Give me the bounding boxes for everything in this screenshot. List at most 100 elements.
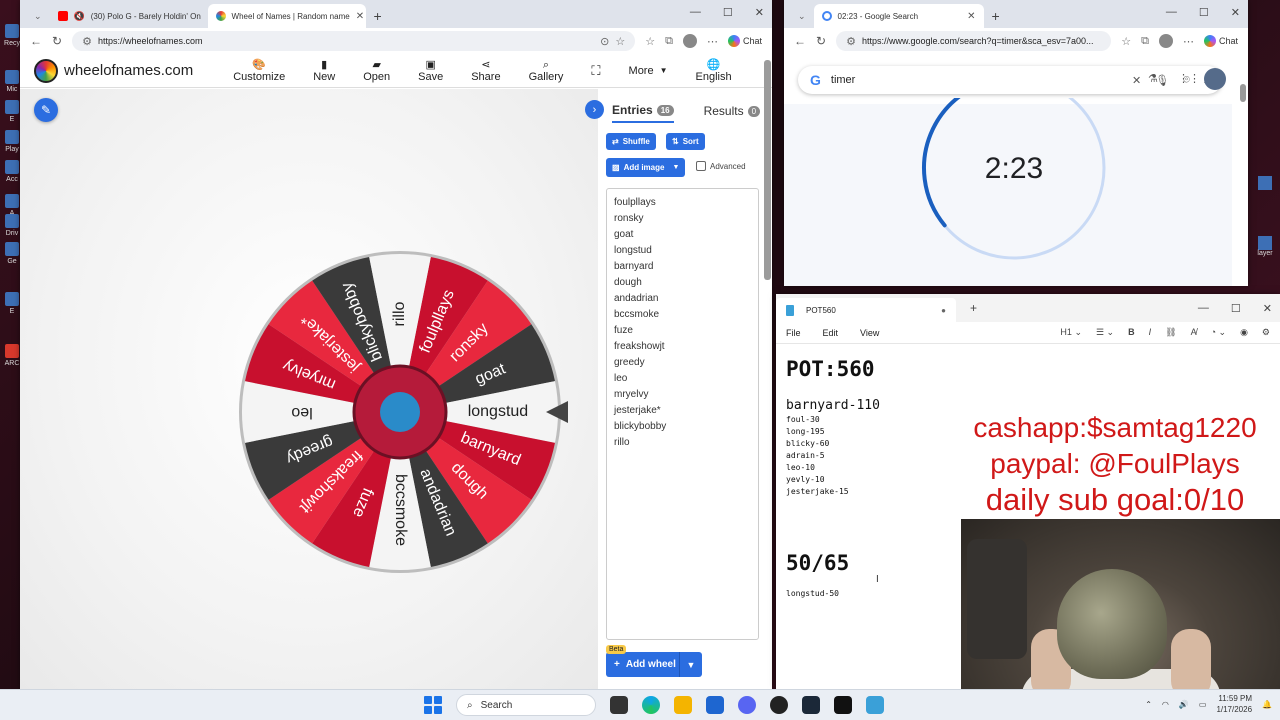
desktop-icon-right-1[interactable] xyxy=(1250,176,1280,190)
tab-wheel-of-names[interactable]: Wheel of Names | Random name ✕ xyxy=(207,4,366,28)
desktop-icon-3[interactable]: E xyxy=(2,100,22,123)
desktop-icon-9[interactable]: E xyxy=(2,292,22,315)
sort-button[interactable]: ⇅ Sort xyxy=(666,133,705,150)
collections-icon[interactable]: ⧉ xyxy=(1141,35,1149,48)
windows-start-icon[interactable] xyxy=(424,696,442,714)
discord-icon[interactable] xyxy=(738,696,756,714)
back-icon[interactable]: ← xyxy=(794,34,806,48)
clear-format-icon[interactable]: A̸ xyxy=(1191,327,1197,338)
tab-list-icon[interactable]: ⌄ xyxy=(26,11,50,28)
minimize-icon[interactable]: — xyxy=(690,6,701,19)
taskbar-search[interactable]: ⌕ Search xyxy=(456,694,596,716)
close-tab-icon[interactable]: ✕ xyxy=(967,11,975,22)
google-account-avatar[interactable] xyxy=(1204,68,1226,90)
tab-entries[interactable]: Entries 16 xyxy=(612,103,674,123)
tab-results[interactable]: Results 0 xyxy=(704,103,761,123)
store-icon[interactable] xyxy=(706,696,724,714)
edit-pencil-button[interactable]: ✎ xyxy=(34,98,58,122)
tab-youtube[interactable]: 🔇 (30) Polo G - Barely Holdin' On ✕ xyxy=(50,4,208,28)
new-tab-icon[interactable]: + xyxy=(956,301,977,315)
new-button[interactable]: ▮ New xyxy=(313,59,335,83)
taskbar-clock[interactable]: 11:59 PM 1/17/2026 xyxy=(1216,693,1252,715)
edge-icon[interactable] xyxy=(642,696,660,714)
maximize-icon[interactable]: ☐ xyxy=(1231,302,1241,315)
file-explorer-icon[interactable] xyxy=(674,696,692,714)
link-icon[interactable]: ⛓ xyxy=(1165,327,1176,338)
minimize-icon[interactable]: — xyxy=(1166,6,1177,19)
name-wheel[interactable]: foulpllaysronskygoatlongstudbarnyarddoug… xyxy=(230,242,570,582)
address-bar[interactable]: ⚙ https://wheelofnames.com ⊙ ☆ xyxy=(72,31,636,51)
site-info-icon[interactable]: ⚙ xyxy=(82,35,92,48)
close-tab-icon[interactable]: ✕ xyxy=(356,11,364,22)
notifications-icon[interactable]: 🔔 xyxy=(1262,700,1272,709)
new-tab-icon[interactable]: + xyxy=(366,8,390,28)
reload-icon[interactable]: ↻ xyxy=(52,34,62,48)
new-tab-icon[interactable]: + xyxy=(984,8,1008,28)
profile-avatar[interactable] xyxy=(1158,34,1173,48)
add-wheel-dropdown[interactable]: ▼ xyxy=(680,660,702,670)
list-icon[interactable]: ☰ ⌄ xyxy=(1096,327,1114,338)
advanced-toggle[interactable]: Advanced xyxy=(696,161,746,171)
maximize-icon[interactable]: ☐ xyxy=(1199,6,1209,19)
desktop-icon-7[interactable]: Driv xyxy=(2,214,22,237)
desktop-icon-2[interactable]: Mic xyxy=(2,70,22,93)
fullscreen-button[interactable]: ⛶ xyxy=(591,64,600,77)
entries-textarea[interactable]: foulpllays ronsky goat longstud barnyard doug… xyxy=(606,188,759,640)
desktop-icon-recycle[interactable]: Recy xyxy=(2,24,22,47)
more-button[interactable]: More ▼ xyxy=(629,65,668,77)
bookmark-star-icon[interactable]: ☆ xyxy=(615,35,625,48)
reload-icon[interactable]: ↻ xyxy=(816,34,826,48)
account-icon[interactable]: ◉ xyxy=(1240,327,1248,338)
steam-icon[interactable] xyxy=(802,696,820,714)
desktop-icon-right-2[interactable]: layer xyxy=(1250,236,1280,257)
more-menu-icon[interactable]: ⋯ xyxy=(707,35,718,48)
language-button[interactable]: 🌐 English xyxy=(696,59,732,83)
desktop-icon-4[interactable]: Play xyxy=(2,130,22,153)
page-scrollbar[interactable] xyxy=(764,60,771,280)
speaker-muted-icon[interactable]: 🔇 xyxy=(74,11,85,22)
google-search-box[interactable]: G timer ✕ 🎙 ⌾ ⌕ xyxy=(798,66,1222,94)
volume-icon[interactable]: 🔊 xyxy=(1179,700,1189,709)
menu-edit[interactable]: Edit xyxy=(823,328,839,338)
labs-flask-icon[interactable]: ⚗ xyxy=(1148,72,1158,85)
clear-search-icon[interactable]: ✕ xyxy=(1132,74,1141,87)
bold-icon[interactable]: B xyxy=(1128,327,1135,338)
page-scrollbar[interactable] xyxy=(1240,84,1246,102)
copilot-chat-button[interactable]: Chat xyxy=(1203,35,1238,47)
unsaved-dot-icon[interactable]: ● xyxy=(941,306,946,315)
gallery-button[interactable]: ⌕ Gallery xyxy=(529,59,564,83)
wheelofnames-logo[interactable] xyxy=(34,58,58,83)
site-title[interactable]: wheelofnames.com xyxy=(64,62,193,79)
open-button[interactable]: ▰ Open xyxy=(363,59,390,83)
save-button[interactable]: ▣ Save xyxy=(418,59,443,83)
address-bar[interactable]: ⚙ https://www.google.com/search?q=timer&… xyxy=(836,31,1112,51)
copilot-icon[interactable]: ◔ ⌄ xyxy=(1211,327,1226,338)
tab-list-icon[interactable]: ⌄ xyxy=(790,11,814,28)
desktop-icon-8[interactable]: Ge xyxy=(2,242,22,265)
advanced-checkbox[interactable] xyxy=(696,161,706,171)
search-query[interactable]: timer xyxy=(831,74,855,86)
minimize-icon[interactable]: — xyxy=(1198,302,1209,315)
task-view-icon[interactable] xyxy=(610,696,628,714)
extension-icon[interactable]: ⊙ xyxy=(600,35,609,48)
wifi-icon[interactable]: ◠ xyxy=(1162,700,1169,709)
customize-button[interactable]: 🎨 Customize xyxy=(233,59,285,83)
obs-icon[interactable] xyxy=(770,696,788,714)
maximize-icon[interactable]: ☐ xyxy=(723,6,733,19)
tab-google-timer[interactable]: 02:23 - Google Search ✕ xyxy=(813,4,984,28)
share-button[interactable]: ⋖ Share xyxy=(471,59,500,83)
favorites-icon[interactable]: ☆ xyxy=(645,35,655,48)
settings-gear-icon[interactable]: ⚙ xyxy=(1262,327,1270,338)
italic-icon[interactable]: I xyxy=(1149,327,1152,338)
shuffle-button[interactable]: ⇄ Shuffle xyxy=(606,133,656,150)
copilot-chat-button[interactable]: Chat xyxy=(727,35,762,47)
desktop-icon-arc[interactable]: ARC xyxy=(2,344,22,367)
profile-avatar[interactable] xyxy=(682,34,697,48)
favorites-icon[interactable]: ☆ xyxy=(1121,35,1131,48)
more-menu-icon[interactable]: ⋯ xyxy=(1183,35,1194,48)
back-icon[interactable]: ← xyxy=(30,34,42,48)
apps-grid-icon[interactable]: ⋮⋮ xyxy=(1178,72,1200,85)
menu-file[interactable]: File xyxy=(786,328,801,338)
add-wheel-button[interactable]: + Add wheel ▼ xyxy=(606,652,702,677)
battery-icon[interactable]: ▭ xyxy=(1199,700,1207,709)
